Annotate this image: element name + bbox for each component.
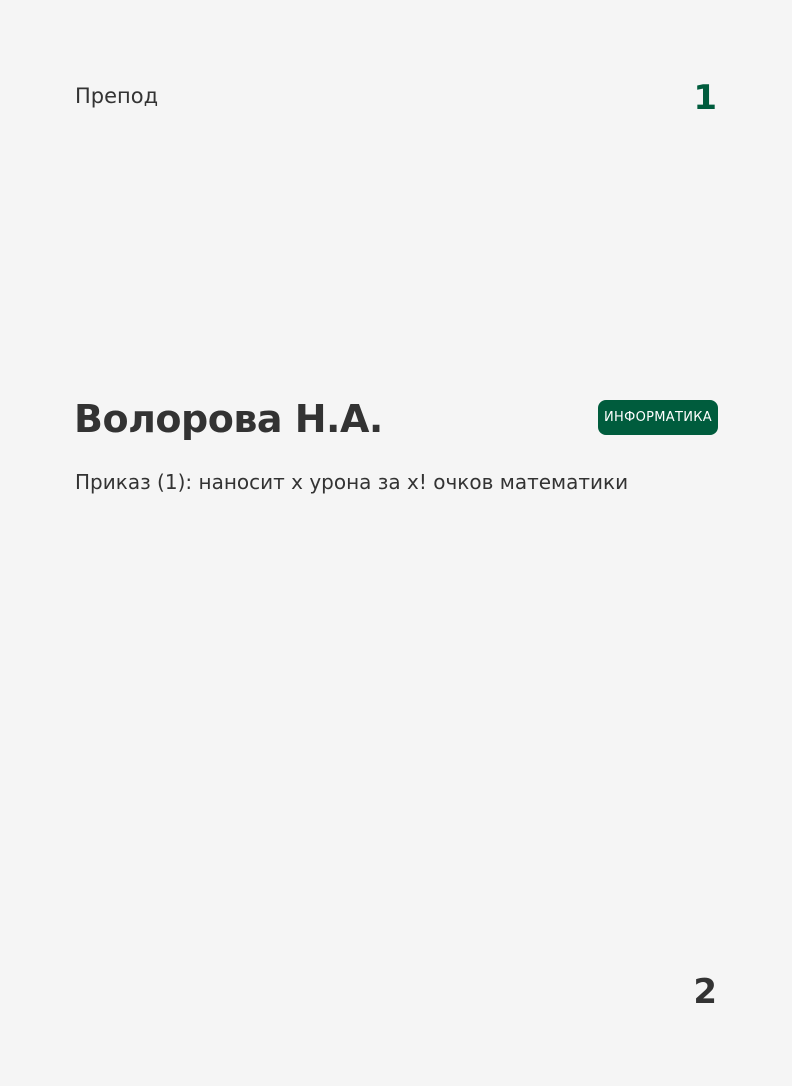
card-cost: 1: [693, 78, 717, 118]
card-description: Приказ (1): наносит x урона за x! очков …: [75, 470, 629, 494]
card-type: Препод: [75, 84, 159, 108]
subject-badge: ИНФОРМАТИКА: [598, 400, 718, 435]
card-name: Волорова Н.А.: [74, 397, 383, 441]
card-power: 2: [693, 972, 717, 1012]
